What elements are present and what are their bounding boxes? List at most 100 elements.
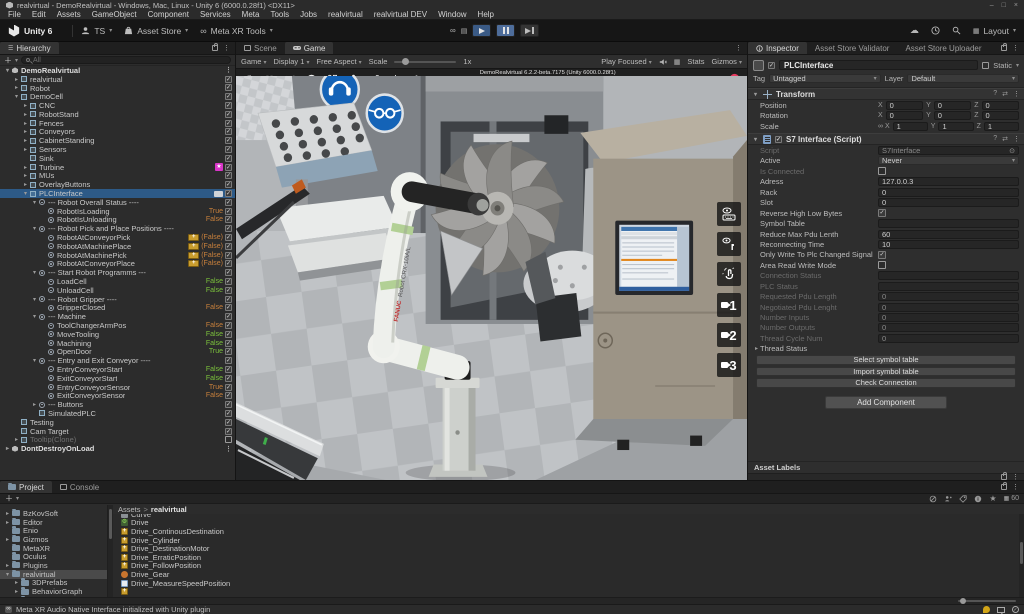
tab-hierarchy[interactable]: ☰ Hierarchy: [0, 42, 59, 54]
hierarchy-row[interactable]: ▸MUs✓: [0, 172, 235, 181]
axis-value-field[interactable]: 0: [982, 101, 1019, 110]
enabled-checkbox[interactable]: ✓: [225, 93, 232, 100]
tab-console[interactable]: Console: [52, 481, 107, 493]
enabled-checkbox[interactable]: ✓: [225, 84, 232, 91]
check-connection-button[interactable]: Check Connection: [756, 378, 1016, 388]
file-row[interactable]: ⚙Drive: [113, 519, 1019, 528]
file-row[interactable]: +Drive_FollowPosition: [113, 562, 1019, 571]
toggle-keyboard-overlay-button[interactable]: [717, 202, 741, 226]
hierarchy-row[interactable]: RobotAtMachinePick+(False)✓: [0, 251, 235, 260]
gizmos-dropdown[interactable]: Gizmos ▾: [711, 57, 742, 66]
enabled-checkbox[interactable]: ✓: [225, 410, 232, 417]
search-icon[interactable]: [952, 26, 961, 35]
add-component-button[interactable]: Add Component: [825, 396, 947, 409]
expand-arrow[interactable]: ▸: [22, 120, 29, 127]
gameobject-name-field[interactable]: PLCInterface: [779, 60, 978, 70]
expand-arrow[interactable]: ▸: [22, 102, 29, 109]
hierarchy-row[interactable]: ▸Sensors✓: [0, 145, 235, 154]
enabled-checkbox[interactable]: ✓: [225, 313, 232, 320]
hierarchy-row[interactable]: RobotIsUnloadingFalse✓: [0, 216, 235, 225]
file-row[interactable]: +Drive_Cylinder: [113, 536, 1019, 545]
expand-arrow[interactable]: ▾: [31, 313, 38, 320]
hierarchy-row[interactable]: ExitConveyorSensorFalse✓: [0, 391, 235, 400]
signal-badge-icon[interactable]: +: [188, 252, 199, 259]
account-dropdown[interactable]: TS ▾: [81, 26, 112, 36]
pause-button[interactable]: [496, 24, 515, 37]
hierarchy-row[interactable]: MoveToolingFalse✓: [0, 330, 235, 339]
icon-size-slider[interactable]: [958, 600, 1016, 602]
axis-value-field[interactable]: 1: [938, 122, 973, 131]
touch-interact-button[interactable]: [717, 262, 741, 286]
enabled-checkbox[interactable]: ✓: [225, 322, 232, 329]
enabled-checkbox[interactable]: ✓: [225, 216, 232, 223]
cloud-icon[interactable]: ☁: [910, 25, 919, 36]
axis-value-field[interactable]: 0: [982, 111, 1019, 120]
value-field[interactable]: [878, 219, 1019, 228]
hierarchy-row[interactable]: ▾--- Robot Gripper ----✓: [0, 295, 235, 304]
help-icon[interactable]: ?: [993, 90, 997, 98]
enabled-checkbox[interactable]: ✓: [225, 102, 232, 109]
display-dropdown[interactable]: Display 1 ▾: [274, 57, 310, 66]
menu-item-file[interactable]: File: [8, 10, 21, 19]
enabled-checkbox[interactable]: ✓: [225, 401, 232, 408]
hierarchy-row[interactable]: ▸--- Buttons✓: [0, 400, 235, 409]
more-options-icon[interactable]: ⋮: [735, 44, 742, 52]
search-input[interactable]: All: [21, 56, 231, 64]
value-field[interactable]: 60: [878, 230, 1019, 239]
object-picker-icon[interactable]: ⊙: [1009, 147, 1015, 155]
play-focused-dropdown[interactable]: Play Focused ▾: [601, 57, 652, 66]
foldout-arrow[interactable]: ▸: [753, 345, 760, 352]
enabled-checkbox[interactable]: ✓: [225, 120, 232, 127]
file-row[interactable]: Drive_MeasureSpeedPosition: [113, 579, 1019, 588]
file-row[interactable]: +Drive_ErraticPosition: [113, 553, 1019, 562]
value-field[interactable]: [878, 282, 1019, 291]
expand-arrow[interactable]: ▾: [4, 571, 11, 578]
toggle-pointer-overlay-button[interactable]: [717, 232, 741, 256]
property-checkbox[interactable]: [878, 167, 886, 175]
enabled-checkbox[interactable]: ✓: [225, 252, 232, 259]
more-options-icon[interactable]: ⋮: [223, 44, 230, 52]
minimize-button[interactable]: –: [990, 2, 994, 9]
enabled-checkbox[interactable]: [225, 436, 232, 443]
tag-dropdown[interactable]: Untagged▾: [769, 74, 881, 83]
hidden-packages-icon[interactable]: [929, 495, 937, 503]
static-checkbox[interactable]: [982, 62, 989, 69]
scrollbar-thumb[interactable]: [109, 509, 112, 539]
property-checkbox[interactable]: ✓: [878, 251, 886, 259]
s7-component-header[interactable]: ▾ ✓ S7 Interface (Script) ? ⇄ ⋮: [748, 133, 1024, 145]
enabled-checkbox[interactable]: ✓: [225, 225, 232, 232]
menu-item-services[interactable]: Services: [200, 10, 231, 19]
save-search-star-icon[interactable]: ★: [989, 494, 996, 503]
component-enabled-checkbox[interactable]: ✓: [775, 136, 782, 143]
foldout-arrow[interactable]: ▾: [752, 136, 759, 143]
import-symbol-table-button[interactable]: Import symbol table: [756, 367, 1016, 377]
enabled-checkbox[interactable]: ✓: [225, 199, 232, 206]
mute-audio-icon[interactable]: [659, 58, 667, 66]
folder-row[interactable]: ▾realvirtual: [0, 570, 107, 579]
vsync-grid-icon[interactable]: ▦: [674, 58, 681, 66]
hierarchy-row[interactable]: ▸Conveyors✓: [0, 128, 235, 137]
hierarchy-row[interactable]: ▾--- Robot Overall Status ----✓: [0, 198, 235, 207]
enabled-checkbox[interactable]: ✓: [225, 146, 232, 153]
folder-row[interactable]: ▸Editor: [0, 518, 107, 527]
info-icon[interactable]: [974, 495, 982, 503]
meta-xr-tools-dropdown[interactable]: ∞ Meta XR Tools ▾: [200, 26, 273, 36]
enabled-checkbox[interactable]: ✓: [225, 190, 232, 197]
signal-badge-icon[interactable]: +: [188, 243, 199, 250]
transform-component-header[interactable]: ▾ Transform ? ⇄ ⋮: [748, 88, 1024, 100]
active-checkbox[interactable]: ✓: [768, 62, 775, 69]
lock-icon[interactable]: [212, 45, 218, 51]
hierarchy-row[interactable]: SimulatedPLC✓: [0, 409, 235, 418]
enabled-checkbox[interactable]: ✓: [225, 357, 232, 364]
foldout-arrow[interactable]: ▾: [752, 91, 759, 98]
signal-badge-icon[interactable]: +: [188, 260, 199, 267]
expand-arrow[interactable]: ▾: [31, 357, 38, 364]
enabled-checkbox[interactable]: ✓: [225, 164, 232, 171]
layer-dropdown[interactable]: Default▾: [907, 74, 1019, 83]
more-options-icon[interactable]: ⋮: [1012, 44, 1019, 52]
value-field[interactable]: 0: [878, 303, 1019, 312]
value-field[interactable]: 0: [878, 313, 1019, 322]
menu-item-help[interactable]: Help: [478, 10, 494, 19]
expand-arrow[interactable]: ▸: [4, 536, 11, 543]
undo-history-icon[interactable]: [931, 26, 940, 35]
